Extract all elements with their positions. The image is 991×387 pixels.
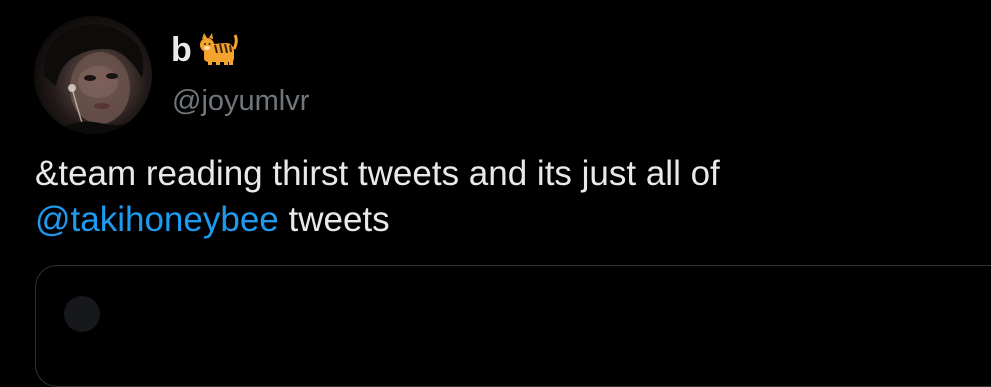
avatar[interactable] <box>34 16 152 134</box>
mention-link[interactable]: @takihoneybee <box>35 200 279 239</box>
author-name-row: b <box>171 30 238 70</box>
author-handle[interactable]: @joyumlvr <box>172 84 309 118</box>
tweet-text: &team reading thirst tweets and its just… <box>35 151 975 243</box>
quoted-tweet-card[interactable] <box>35 265 991 387</box>
tweet-text-body: &team reading thirst tweets and its just… <box>35 154 720 193</box>
quoted-avatar <box>64 296 100 332</box>
display-name[interactable]: b <box>171 30 192 70</box>
tweet-text-tail: tweets <box>278 200 390 239</box>
tweet: b @joyumlvr &team reading thirst tweets … <box>0 0 991 387</box>
tiger-icon <box>198 31 238 69</box>
